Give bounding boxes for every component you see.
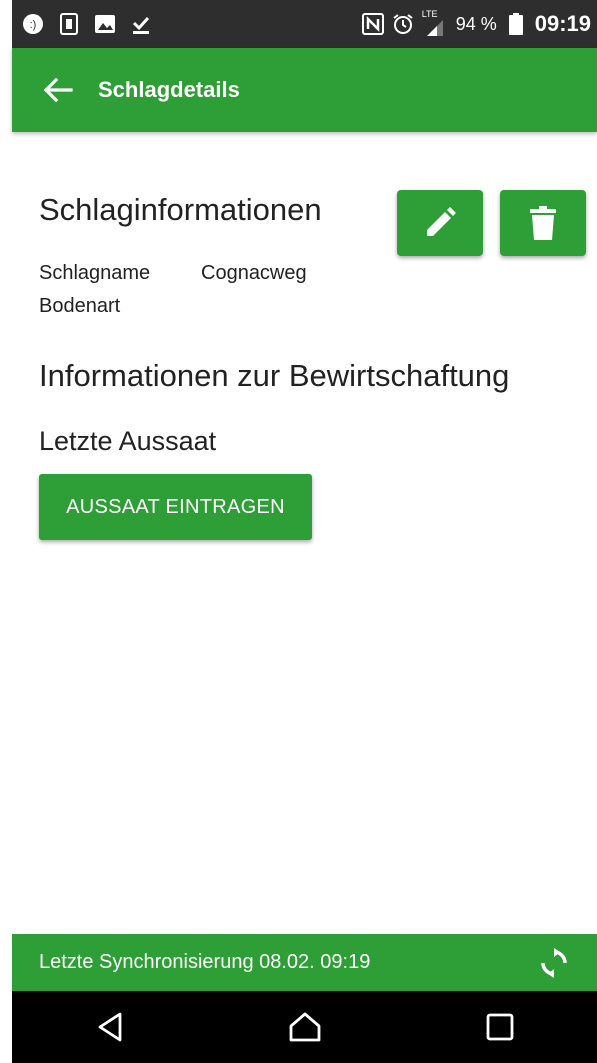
status-bar: :) LTE 94 % 09:19 (12, 0, 597, 48)
image-icon (94, 13, 116, 35)
pencil-icon (427, 207, 456, 236)
nav-back-button[interactable] (80, 997, 140, 1057)
field-label: Bodenart (39, 295, 121, 317)
status-bar-system: LTE 94 % 09:19 (361, 9, 597, 37)
nav-home-button[interactable] (275, 997, 335, 1057)
home-icon (289, 1012, 320, 1042)
subheading-last-sowing: Letzte Aussaat (39, 426, 217, 456)
clock: 09:19 (534, 11, 591, 36)
field-value: Cognacweg (201, 262, 307, 284)
page-title: Schlagdetails (98, 77, 240, 102)
download-done-icon (130, 13, 152, 35)
section-heading-field-info: Schlaginformationen (39, 192, 322, 227)
battery-saver-icon (58, 13, 80, 35)
sync-bar: Letzte Synchronisierung 08.02. 09:19 (12, 934, 597, 991)
nfc-icon (361, 13, 384, 35)
section-heading-management: Informationen zur Bewirtschaftung (39, 358, 510, 393)
sync-status-text: Letzte Synchronisierung 08.02. 09:19 (39, 951, 371, 973)
add-sowing-button[interactable]: AUSSAAT EINTRAGEN (39, 474, 312, 540)
sync-icon (541, 947, 567, 978)
app-frame: :) LTE 94 % 09:19 Schlagdetails Schlagin… (12, 0, 597, 1063)
back-button[interactable] (38, 70, 78, 110)
back-triangle-icon (98, 1012, 121, 1042)
field-row-name: Schlagname Cognacweg (39, 262, 307, 285)
network-type: LTE (421, 9, 438, 19)
battery-icon (505, 13, 527, 35)
arrow-left-icon (43, 77, 73, 103)
field-label: Schlagname (39, 262, 151, 284)
recents-icon (486, 1013, 513, 1041)
edit-button[interactable] (397, 190, 483, 256)
sync-button[interactable] (537, 946, 571, 980)
app-bar: Schlagdetails (12, 48, 597, 132)
chat-icon: :) (22, 13, 44, 35)
delete-button[interactable] (500, 190, 586, 256)
svg-text::): :) (30, 19, 37, 31)
status-bar-notifications: :) (12, 13, 152, 35)
signal-icon: LTE (422, 9, 448, 36)
field-row-soil: Bodenart (39, 295, 120, 318)
nav-recents-button[interactable] (470, 997, 530, 1057)
system-nav-bar (12, 991, 597, 1063)
battery-percent: 94 % (455, 13, 497, 34)
trash-icon (530, 206, 556, 240)
alarm-icon (392, 13, 414, 35)
